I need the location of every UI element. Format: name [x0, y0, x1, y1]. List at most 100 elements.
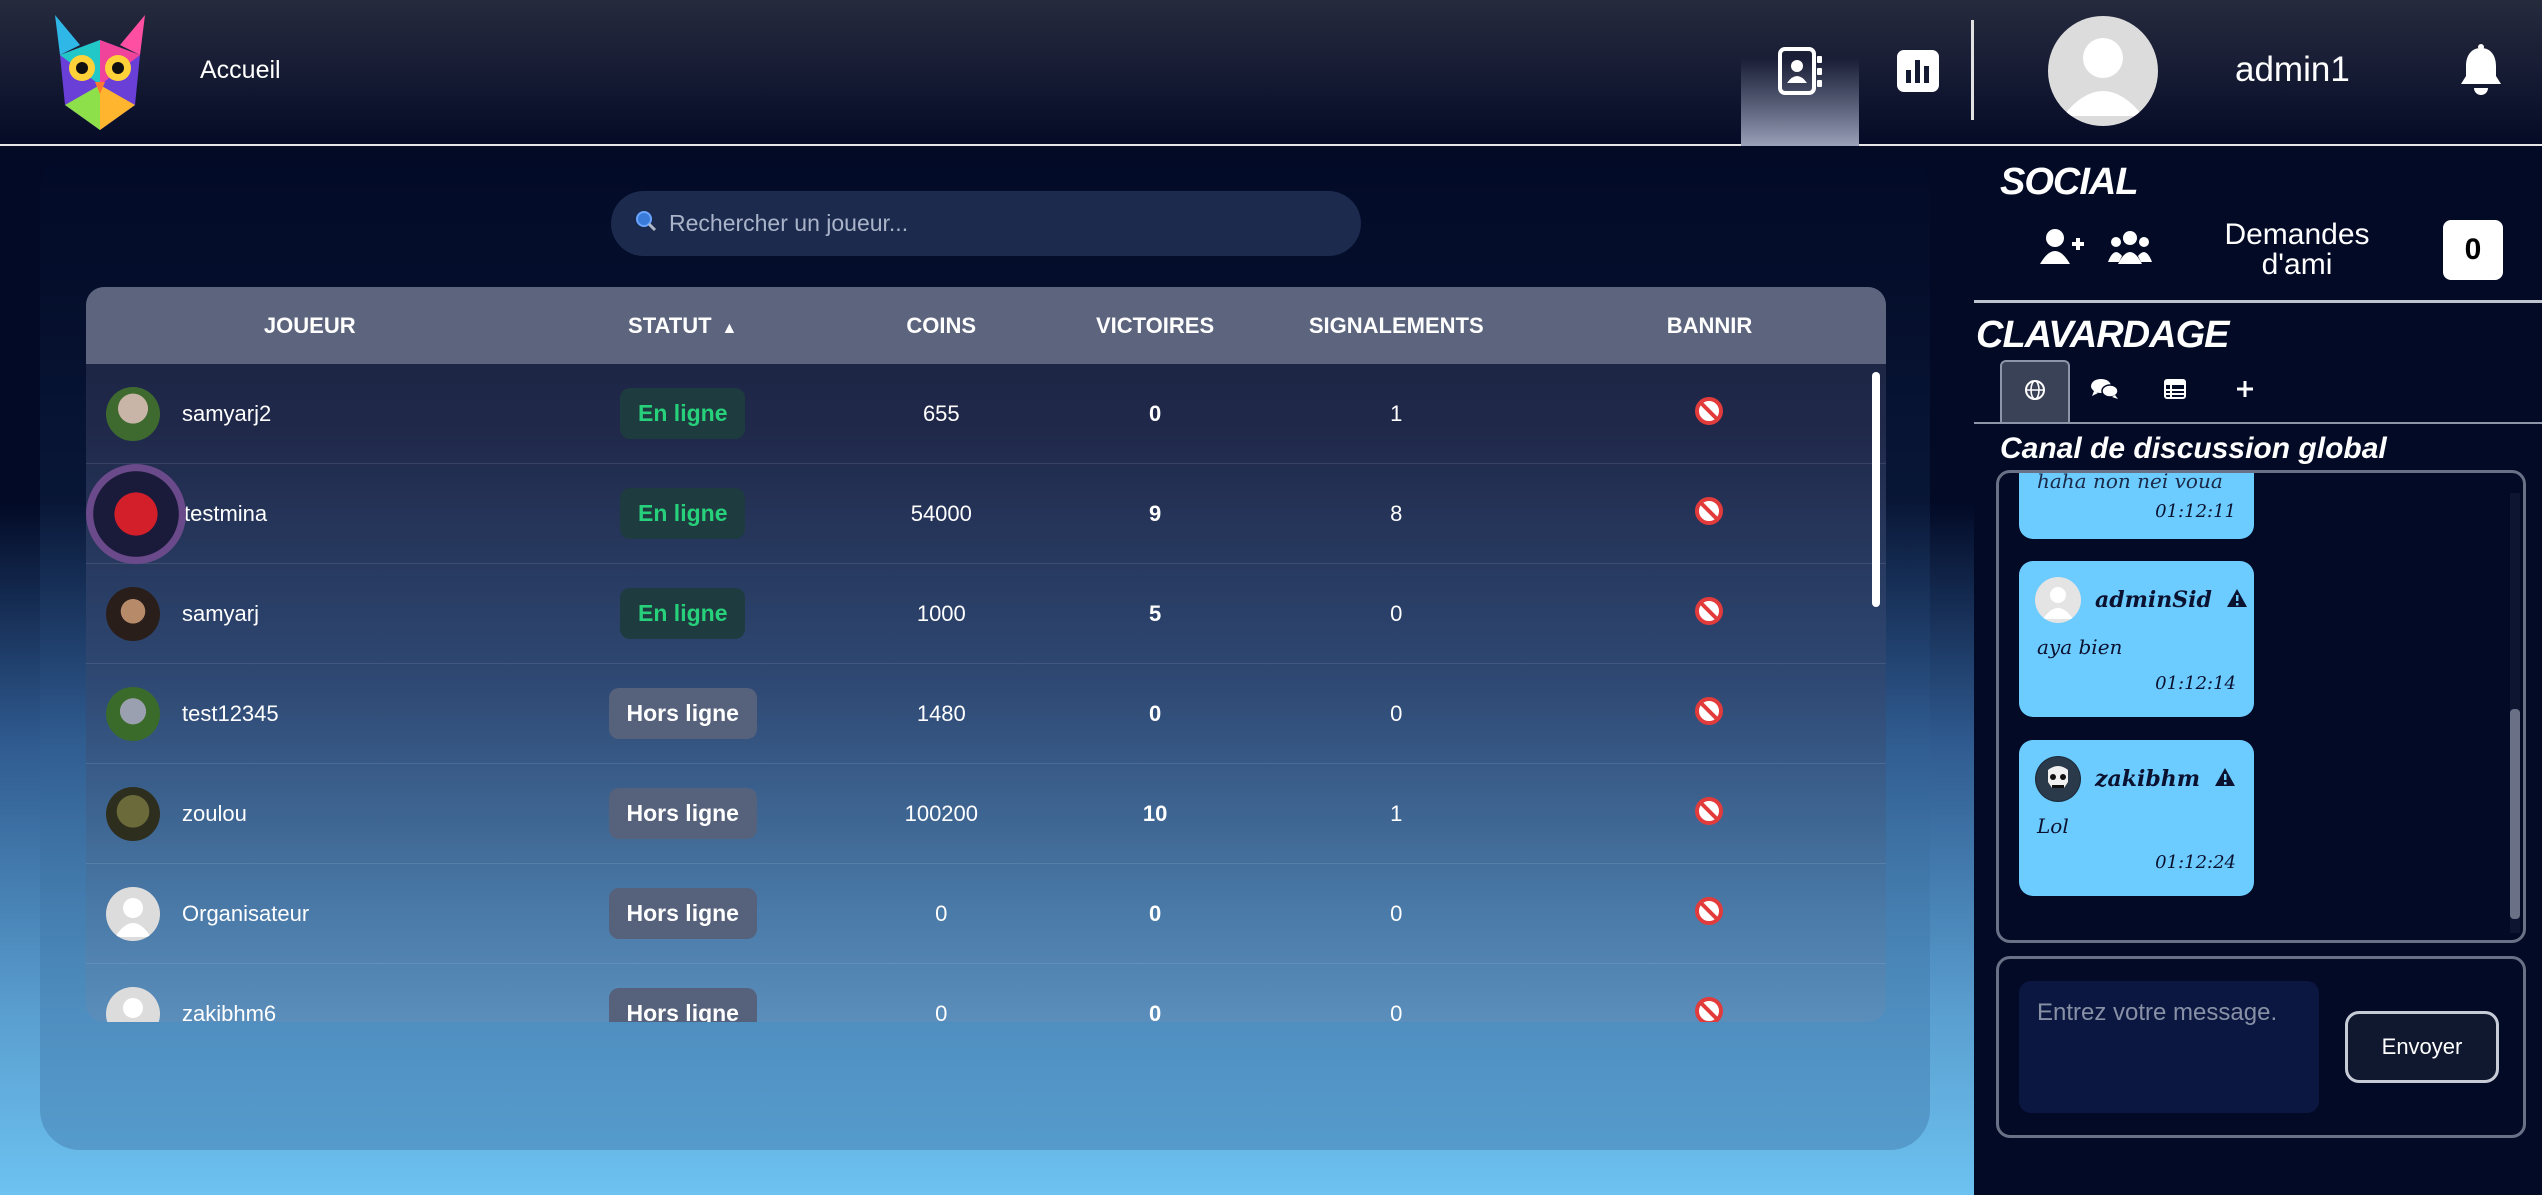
stats-nav-button[interactable]	[1868, 0, 1968, 146]
send-button[interactable]: Envoyer	[2345, 1011, 2499, 1083]
friend-requests-count[interactable]: 0	[2443, 220, 2503, 280]
wins-cell: 0	[1148, 1000, 1162, 1023]
ban-icon[interactable]	[1694, 696, 1724, 732]
message-avatar[interactable]	[2035, 756, 2081, 802]
players-table: JOUEUR STATUT ▲ COINS VICTOIRES SIGNALEME…	[86, 287, 1886, 1022]
username-label[interactable]: admin1	[2235, 50, 2350, 90]
player-cell: testmina	[86, 463, 534, 564]
col-header-player[interactable]: JOUEUR	[86, 313, 534, 339]
player-name[interactable]: zakibhm6	[182, 1001, 276, 1023]
reports-cell: 8	[1390, 500, 1403, 526]
user-avatar[interactable]	[2048, 16, 2158, 126]
chat-message: adminSid aya bien 01:12:14	[2019, 561, 2254, 717]
reports-cell: 0	[1390, 900, 1403, 926]
coins-cell: 1000	[916, 600, 966, 626]
player-name[interactable]: samyarj2	[182, 401, 271, 427]
col-header-status-label: STATUT	[628, 312, 712, 338]
ban-icon[interactable]	[1694, 496, 1724, 532]
reports-cell: 0	[1390, 600, 1403, 626]
message-author[interactable]: adminSid	[2095, 587, 2212, 613]
status-cell: En ligne	[534, 588, 832, 639]
coins-cell: 100200	[904, 800, 979, 826]
player-avatar[interactable]	[106, 386, 160, 441]
player-search[interactable]	[611, 191, 1361, 256]
bell-icon[interactable]	[2458, 44, 2504, 101]
player-name[interactable]: test12345	[182, 701, 279, 727]
message-text: aya bien	[2037, 635, 2123, 659]
reports-cell: 0	[1390, 1000, 1403, 1023]
tab-channel-list[interactable]	[2140, 360, 2210, 422]
table-row: samyarj2 En ligne 655 0 1	[86, 364, 1886, 464]
chat-scrollbar[interactable]	[2510, 709, 2520, 919]
chat-title: CLAVARDAGE	[1976, 314, 2229, 356]
coins-cell: 54000	[910, 500, 972, 526]
chat-messages: haha non nei voua 01:12:11 adminSid aya …	[1996, 470, 2526, 943]
contact-book-icon	[1777, 46, 1823, 100]
wins-cell: 5	[1148, 600, 1162, 626]
ban-icon[interactable]	[1694, 796, 1724, 832]
list-table-icon	[2164, 378, 2186, 404]
col-header-wins[interactable]: VICTOIRES	[1051, 313, 1260, 339]
reports-cell: 0	[1390, 700, 1403, 726]
search-icon	[635, 210, 657, 237]
social-title: SOCIAL	[2000, 161, 2139, 203]
header-divider	[1971, 20, 1974, 120]
friends-icon[interactable]	[2108, 230, 2152, 269]
player-avatar[interactable]	[106, 586, 160, 641]
warning-icon[interactable]	[2214, 767, 2236, 791]
warning-icon[interactable]	[2226, 588, 2248, 612]
player-avatar[interactable]	[106, 786, 160, 841]
status-badge: En ligne	[620, 588, 746, 639]
home-link[interactable]: Accueil	[200, 56, 281, 85]
ban-cell	[1533, 596, 1886, 632]
ban-cell	[1533, 796, 1886, 832]
message-author[interactable]: zakibhm	[2095, 766, 2200, 792]
add-friend-icon[interactable]	[2040, 228, 2084, 271]
ban-cell	[1533, 896, 1886, 932]
chat-message: haha non nei voua 01:12:11	[2019, 473, 2254, 539]
player-cell: Organisateur	[86, 886, 534, 941]
message-input[interactable]	[2019, 981, 2319, 1113]
table-scrollbar[interactable]	[1872, 372, 1880, 607]
search-input[interactable]	[669, 210, 1309, 237]
chat-message: zakibhm Lol 01:12:24	[2019, 740, 2254, 896]
message-avatar[interactable]	[2035, 577, 2081, 623]
ban-icon[interactable]	[1694, 396, 1724, 432]
player-name[interactable]: samyarj	[182, 601, 259, 627]
tab-conversations[interactable]	[2070, 360, 2140, 422]
chat-bubbles-icon	[2091, 378, 2119, 405]
player-avatar[interactable]	[106, 886, 160, 941]
globe-icon	[2024, 379, 2046, 406]
chat-tabs	[2000, 360, 2280, 422]
player-name[interactable]: Organisateur	[182, 901, 309, 927]
owl-logo[interactable]	[40, 10, 160, 135]
tab-new-channel[interactable]	[2210, 360, 2280, 422]
ban-icon[interactable]	[1694, 996, 1724, 1022]
table-row: samyarj En ligne 1000 5 0	[86, 564, 1886, 664]
ban-icon[interactable]	[1694, 596, 1724, 632]
table-body: samyarj2 En ligne 655 0 1 testmina En li…	[86, 364, 1886, 1022]
col-header-coins[interactable]: COINS	[832, 313, 1051, 339]
status-badge: Hors ligne	[608, 888, 757, 939]
status-cell: Hors ligne	[534, 888, 832, 939]
ban-cell	[1533, 496, 1886, 532]
message-time: 01:12:14	[2155, 673, 2236, 694]
coins-cell: 1480	[916, 700, 966, 726]
player-avatar[interactable]	[86, 463, 186, 564]
message-text: Lol	[2037, 814, 2069, 838]
coins-cell: 655	[922, 400, 960, 426]
player-avatar[interactable]	[106, 986, 160, 1022]
right-sidebar: SOCIAL Demandes d'ami 0 CLAVARDAGE Canal…	[1974, 148, 2542, 1195]
col-header-status[interactable]: STATUT ▲	[534, 313, 832, 339]
wins-cell: 9	[1148, 500, 1162, 526]
contacts-nav-button[interactable]	[1741, 0, 1859, 146]
tab-global-channel[interactable]	[2000, 360, 2070, 422]
table-header: JOUEUR STATUT ▲ COINS VICTOIRES SIGNALEME…	[86, 287, 1886, 364]
status-cell: Hors ligne	[534, 688, 832, 739]
col-header-reports[interactable]: SIGNALEMENTS	[1259, 313, 1532, 339]
ban-icon[interactable]	[1694, 896, 1724, 932]
player-avatar[interactable]	[106, 686, 160, 741]
player-name[interactable]: testmina	[184, 501, 267, 527]
player-name[interactable]: zoulou	[182, 801, 247, 827]
col-header-ban: BANNIR	[1666, 312, 1753, 338]
